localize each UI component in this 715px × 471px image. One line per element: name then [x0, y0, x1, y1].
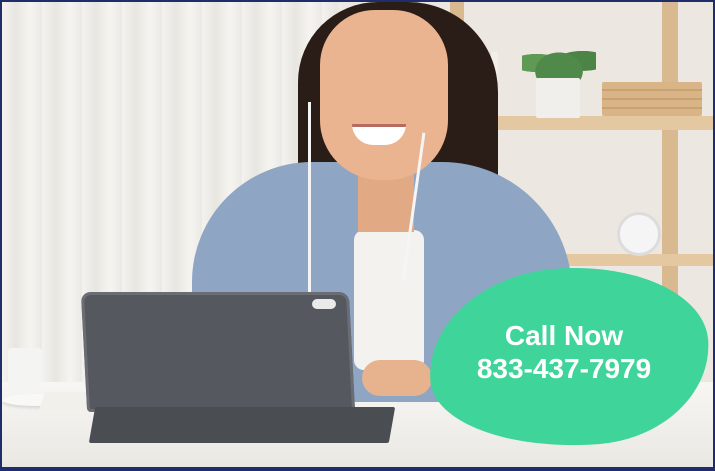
coffee-cup — [8, 348, 42, 390]
tablet-stand — [88, 407, 396, 443]
white-shirt — [354, 230, 424, 370]
call-now-text[interactable]: Call Now 833-437-7979 — [429, 320, 699, 386]
plant-pot — [536, 78, 580, 118]
wooden-crate — [602, 82, 702, 116]
person-face — [320, 10, 448, 180]
hero-image-frame: Call Now 833-437-7979 — [2, 2, 713, 467]
alarm-clock-icon — [617, 212, 661, 256]
tablet-camera — [312, 299, 336, 309]
person-hand — [362, 360, 432, 396]
phone-number[interactable]: 833-437-7979 — [429, 352, 699, 386]
call-now-label: Call Now — [504, 320, 624, 351]
earphone-cable — [308, 102, 311, 292]
tablet — [80, 292, 356, 412]
